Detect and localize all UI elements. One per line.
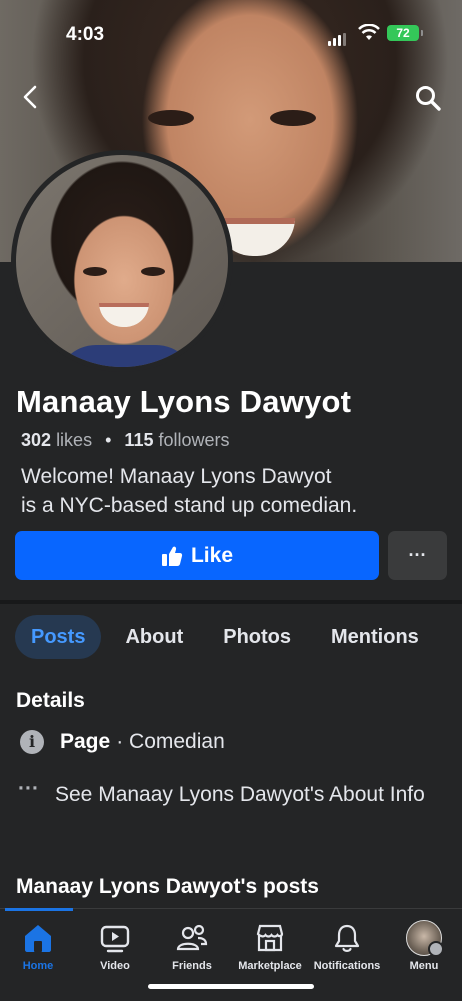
more-icon: ··· xyxy=(408,545,427,565)
like-button[interactable]: Like xyxy=(15,531,379,580)
likes-label: likes xyxy=(56,430,93,450)
bell-icon xyxy=(334,924,360,952)
active-tab-indicator xyxy=(5,908,73,911)
thumbs-up-icon xyxy=(161,546,183,566)
tab-about[interactable]: About xyxy=(109,615,199,659)
nav-menu[interactable]: Menu xyxy=(378,920,462,972)
about-info-text: See Manaay Lyons Dawyot's About Info xyxy=(55,783,425,806)
profile-picture[interactable] xyxy=(11,150,233,372)
more-dots-icon: ··· xyxy=(18,777,39,800)
search-icon[interactable] xyxy=(414,84,442,112)
nav-menu-label: Menu xyxy=(409,960,439,972)
profile-menu-icon xyxy=(406,920,444,957)
home-icon xyxy=(25,925,51,952)
bio-line: Welcome! Manaay Lyons Dawyot xyxy=(21,465,332,488)
followers-count: 115 xyxy=(124,430,154,450)
friends-icon xyxy=(176,924,208,951)
page-label: Page xyxy=(60,730,111,753)
marketplace-icon xyxy=(256,924,284,952)
page-category: · Comedian xyxy=(116,730,225,753)
avatar-image xyxy=(16,155,228,367)
stats-separator: • xyxy=(105,430,112,450)
more-options-button[interactable]: ··· xyxy=(388,531,447,580)
section-divider xyxy=(0,600,462,604)
followers-label: followers xyxy=(158,430,230,450)
page-bio: Welcome! Manaay Lyons Dawyot is a NYC-ba… xyxy=(21,462,441,520)
bio-line: is a NYC-based stand up comedian. xyxy=(21,494,358,517)
cover-eye-left xyxy=(148,110,194,126)
video-icon xyxy=(100,925,130,953)
page-stats: 302 likes • 115 followers xyxy=(21,430,230,451)
tab-photos[interactable]: Photos xyxy=(207,615,307,659)
details-heading: Details xyxy=(16,689,85,712)
tab-mentions[interactable]: Mentions xyxy=(315,615,435,659)
profile-tabs: Posts About Photos Mentions xyxy=(15,615,443,659)
like-label: Like xyxy=(190,543,234,567)
page-name: Manaay Lyons Dawyot xyxy=(16,384,352,419)
cover-eye-right xyxy=(270,110,316,126)
posts-heading: Manaay Lyons Dawyot's posts xyxy=(16,875,319,898)
home-gesture-bar xyxy=(148,984,314,989)
tab-posts[interactable]: Posts xyxy=(15,615,102,659)
about-info-link[interactable]: ··· See Manaay Lyons Dawyot's About Info xyxy=(18,777,435,809)
page-category-row: i Page · Comedian xyxy=(20,730,225,754)
wifi-icon xyxy=(358,24,380,40)
likes-count: 302 xyxy=(21,430,52,450)
back-arrow-icon[interactable] xyxy=(18,84,44,110)
info-icon: i xyxy=(20,730,44,754)
battery-indicator: 72 xyxy=(387,25,423,41)
signal-icon xyxy=(328,28,348,46)
status-time: 4:03 xyxy=(66,24,105,45)
status-bar: 4:03 72 xyxy=(0,0,462,70)
